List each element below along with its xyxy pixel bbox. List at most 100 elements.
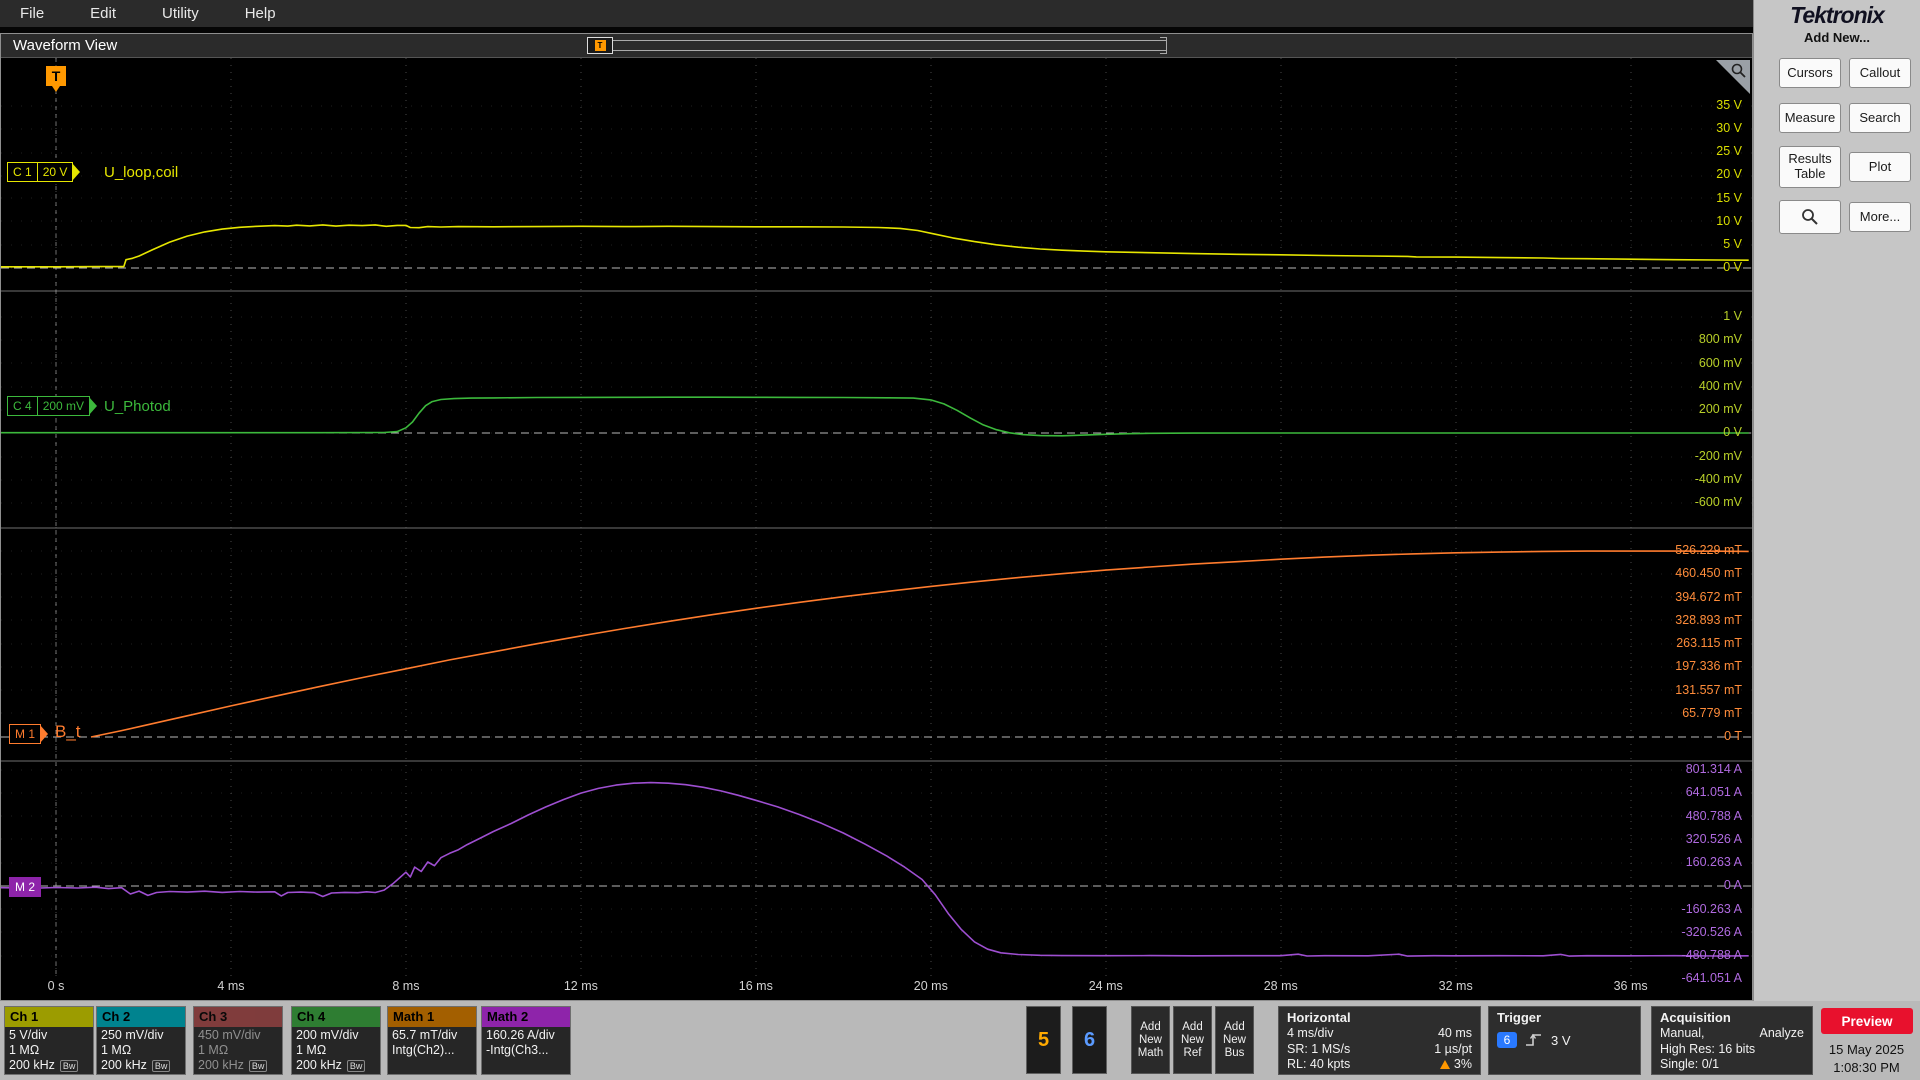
ch4-badge-label: C 4 [13, 399, 32, 413]
ch3-bandwidth: 200 kHz [198, 1058, 244, 1072]
add-bus-line3: Bus [1224, 1046, 1245, 1059]
add-new-heading: Add New... [1804, 30, 1870, 45]
rising-edge-icon [1526, 1033, 1541, 1046]
more-button[interactable]: More... [1849, 202, 1911, 232]
math1-settings-badge[interactable]: Math 1 65.7 mT/div Intg(Ch2)... [387, 1006, 477, 1075]
menu-edit[interactable]: Edit [90, 5, 116, 22]
acquisition-resolution: High Res: 16 bits [1660, 1041, 1756, 1056]
math2-badge-label: M 2 [15, 880, 36, 894]
sample-rate: SR: 1 MS/s [1287, 1041, 1351, 1056]
ch4-badge-header[interactable]: Ch 4 [292, 1007, 380, 1027]
add-math-line2: New [1138, 1033, 1162, 1046]
scrollbar-thumb[interactable]: T [587, 37, 613, 54]
ch2-badge-header[interactable]: Ch 2 [97, 1007, 185, 1027]
bandwidth-limit-icon: Bw [59, 1059, 79, 1072]
ch1-channel-badge[interactable]: C 1 20 V [7, 162, 81, 182]
add-math-line3: Math [1137, 1046, 1164, 1059]
ch4-channel-badge[interactable]: C 4 200 mV [7, 396, 98, 416]
bandwidth-limit-icon: Bw [151, 1059, 171, 1072]
menu-utility[interactable]: Utility [162, 5, 199, 22]
tektronix-logo: Tektronix [1790, 2, 1885, 28]
bandwidth-limit-icon: Bw [346, 1059, 366, 1072]
magnifier-icon [1731, 63, 1746, 78]
measure-button[interactable]: Measure [1779, 103, 1841, 133]
badge-arrow-icon [40, 725, 49, 743]
ch3-impedance: 1 MΩ [198, 1043, 229, 1057]
ch4-bandwidth: 200 kHz [296, 1058, 342, 1072]
math1-badge-header[interactable]: Math 1 [388, 1007, 476, 1027]
math2-scale: 160.26 A/div [486, 1028, 555, 1042]
math2-settings-badge[interactable]: Math 2 160.26 A/div -Intg(Ch3... [481, 1006, 571, 1075]
waveform-view-title: Waveform View T [1, 34, 1752, 58]
ch2-settings-badge[interactable]: Ch 2 250 mV/div 1 MΩ 200 kHz Bw [96, 1006, 186, 1075]
ch2-bandwidth: 200 kHz [101, 1058, 147, 1072]
add-bus-line2: New [1222, 1033, 1246, 1046]
plot-button[interactable]: Plot [1849, 152, 1911, 182]
math2-waveform-trace [1, 781, 1749, 957]
waveform-view-title-label: Waveform View [13, 37, 118, 54]
add-new-bus-button[interactable]: Add New Bus [1215, 1006, 1254, 1074]
math1-badge-label: M 1 [15, 727, 36, 741]
math1-scale: 65.7 mT/div [392, 1028, 458, 1042]
right-control-panel: Tektronix Add New... Cursors Callout Mea… [1753, 0, 1920, 1001]
add-ref-line3: Ref [1183, 1046, 1202, 1059]
math2-badge-header[interactable]: Math 2 [482, 1007, 570, 1027]
ch3-settings-badge[interactable]: Ch 3 450 mV/div 1 MΩ 200 kHz Bw [193, 1006, 283, 1075]
results-table-line2: Table [1794, 166, 1826, 181]
ch1-bandwidth: 200 kHz [9, 1058, 55, 1072]
ch3-badge-header[interactable]: Ch 3 [194, 1007, 282, 1027]
trigger-settings-panel[interactable]: Trigger 6 3 V [1488, 1006, 1641, 1075]
trigger-position-icon: T [594, 40, 606, 51]
acquisition-settings-panel[interactable]: Acquisition Manual, Analyze High Res: 16… [1651, 1006, 1813, 1075]
clock-display: 1:08:30 PM [1833, 1060, 1900, 1075]
results-table-line1: Results [1788, 151, 1832, 167]
panel-splitter-handle[interactable]: ⋮ ⋮ [1746, 495, 1760, 518]
horizontal-pan-scrollbar[interactable]: T [587, 37, 1167, 54]
ch4-settings-badge[interactable]: Ch 4 200 mV/div 1 MΩ 200 kHz Bw [291, 1006, 381, 1075]
horizontal-window: 40 ms [1437, 1026, 1472, 1040]
group-5-button[interactable]: 5 [1026, 1006, 1061, 1074]
trigger-level: 3 V [1551, 1032, 1571, 1048]
preview-button[interactable]: Preview [1821, 1008, 1913, 1034]
trigger-title: Trigger [1497, 1010, 1542, 1025]
math1-channel-badge[interactable]: M 1 [9, 724, 49, 744]
results-table-button[interactable]: Results Table [1779, 146, 1841, 188]
scrollbar-end-bracket[interactable] [1160, 37, 1167, 54]
search-button[interactable]: Search [1849, 103, 1911, 133]
trigger-source-badge: 6 [1497, 1032, 1517, 1048]
add-new-math-button[interactable]: Add New Math [1131, 1006, 1170, 1074]
trigger-marker-flag[interactable]: T [46, 66, 66, 92]
math1-expression: Intg(Ch2)... [392, 1043, 455, 1057]
math2-channel-badge[interactable]: M 2 [9, 877, 42, 897]
add-bus-line1: Add [1224, 1020, 1245, 1033]
record-length: RL: 40 kpts [1287, 1057, 1351, 1071]
ch1-badge-scale: 20 V [36, 163, 73, 181]
ch1-impedance: 1 MΩ [9, 1043, 40, 1057]
cursors-button[interactable]: Cursors [1779, 58, 1841, 88]
waveform-plot [1, 58, 1752, 976]
add-ref-line1: Add [1182, 1020, 1203, 1033]
ch1-settings-badge[interactable]: Ch 1 5 V/div 1 MΩ 200 kHz Bw [4, 1006, 94, 1075]
zoom-mode-button[interactable] [1779, 200, 1841, 234]
ch4-badge-scale: 200 mV [36, 397, 89, 415]
menu-help[interactable]: Help [245, 5, 276, 22]
acquisition-analyze: Analyze [1759, 1026, 1804, 1040]
math2-expression: -Intg(Ch3... [486, 1043, 549, 1057]
ch1-badge-header[interactable]: Ch 1 [5, 1007, 93, 1027]
math1-waveform-name: B_t [55, 722, 81, 741]
menu-file[interactable]: File [20, 5, 44, 22]
add-new-ref-button[interactable]: Add New Ref [1173, 1006, 1212, 1074]
badge-arrow-icon [89, 397, 98, 415]
zoom-corner-button[interactable] [1716, 60, 1750, 94]
add-ref-line2: New [1180, 1033, 1204, 1046]
ch1-badge-label: C 1 [13, 165, 32, 179]
callout-button[interactable]: Callout [1849, 58, 1911, 88]
ch4-waveform-name: U_Photod [104, 398, 171, 415]
compression-icon [1439, 1060, 1450, 1069]
group-6-button[interactable]: 6 [1072, 1006, 1107, 1074]
ch4-scale: 200 mV/div [296, 1028, 359, 1042]
horizontal-settings-panel[interactable]: Horizontal 4 ms/div 40 ms SR: 1 MS/s 1 µ… [1278, 1006, 1481, 1075]
ch1-scale: 5 V/div [9, 1028, 48, 1042]
acquisition-count: Single: 0/1 [1660, 1057, 1720, 1071]
scrollbar-track[interactable] [589, 40, 1167, 51]
